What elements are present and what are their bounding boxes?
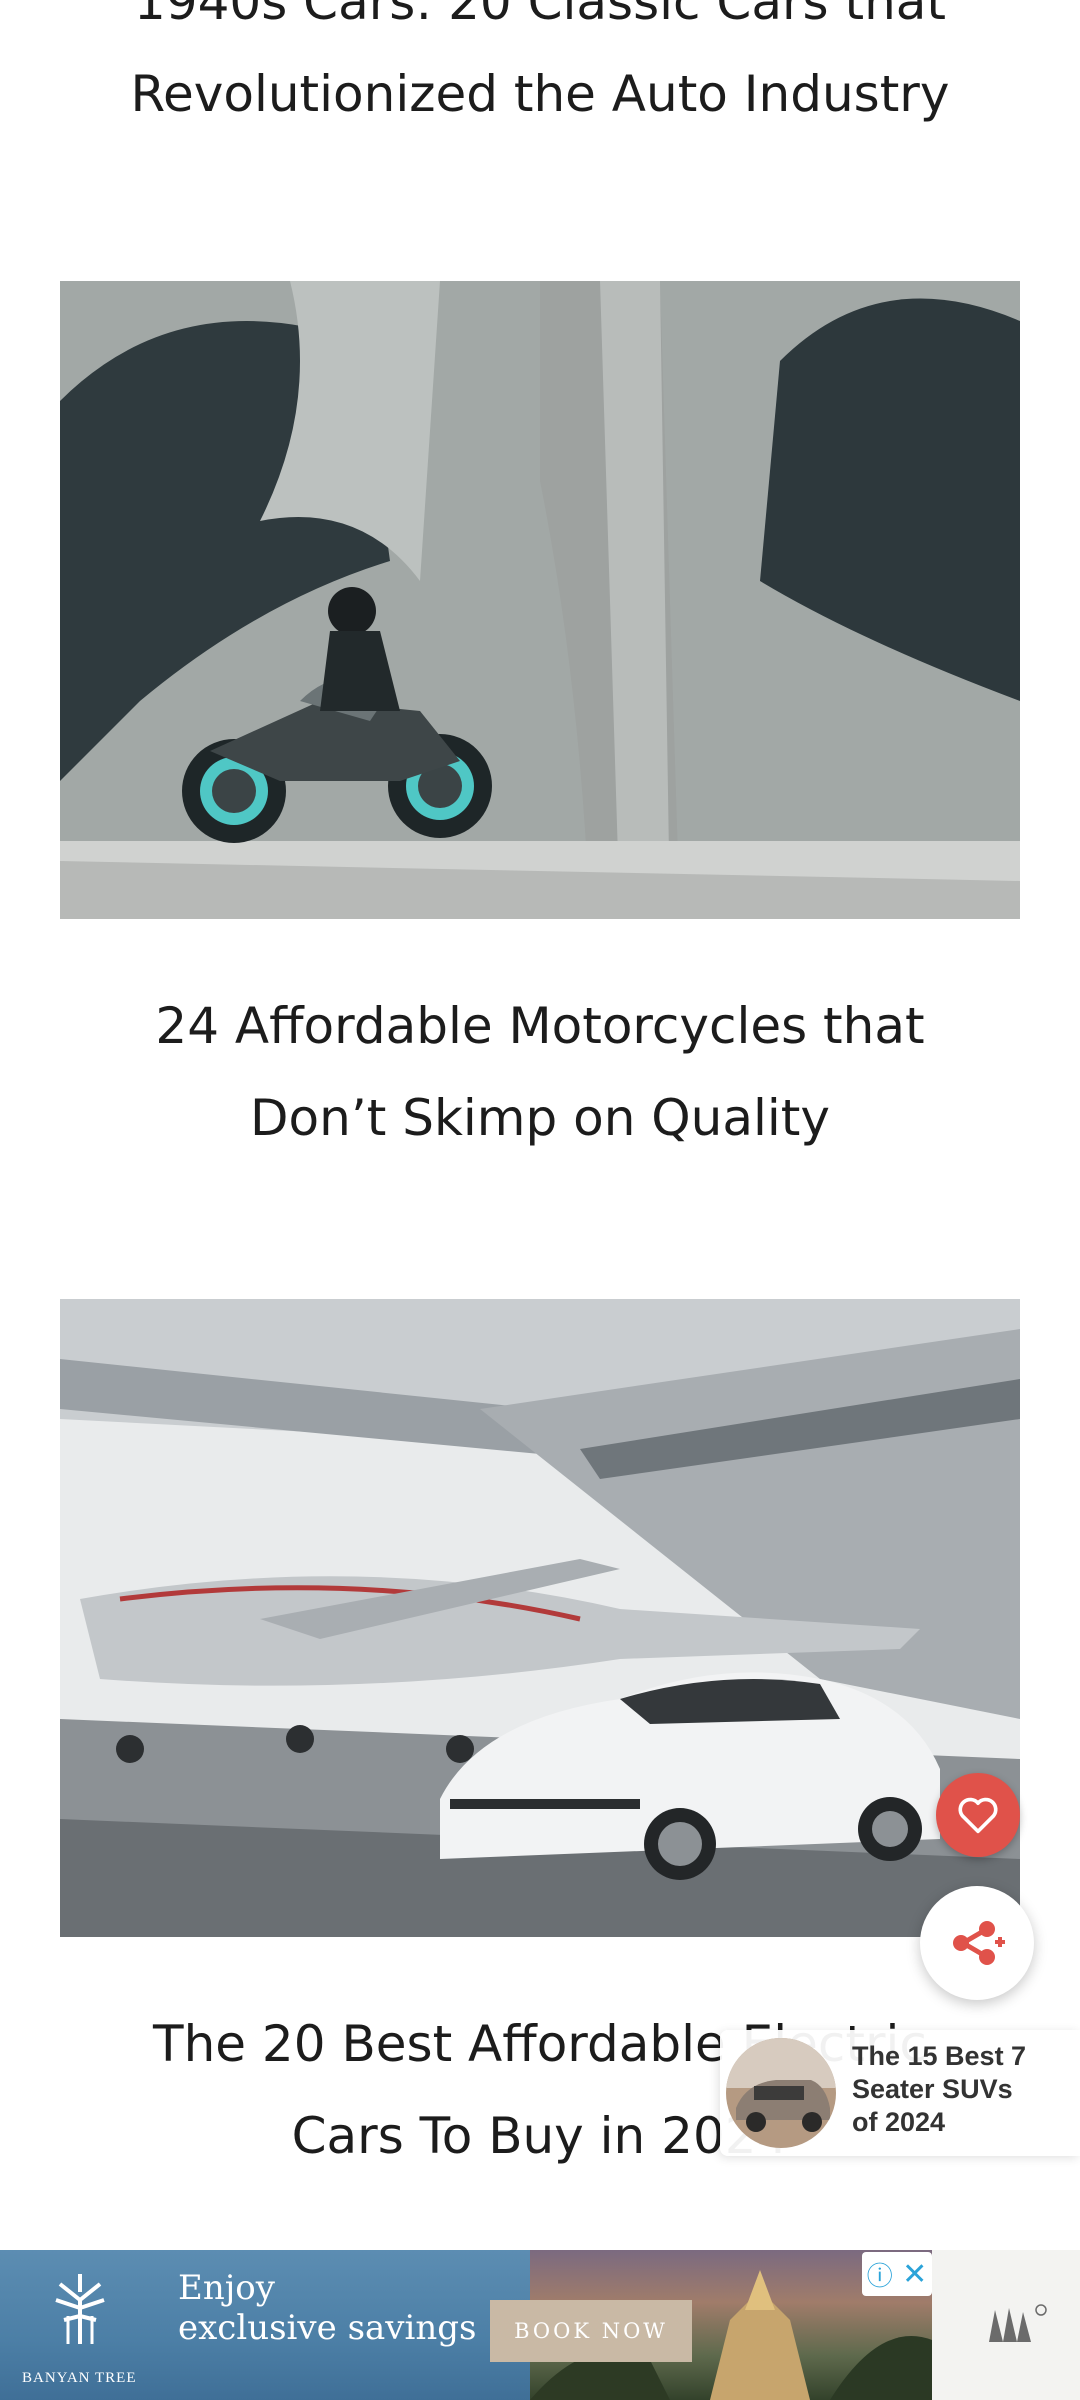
article-image-electric-car[interactable] [60, 1299, 1020, 1937]
ad-close-icon[interactable]: ✕ [902, 2257, 927, 2292]
recommended-article-title[interactable]: The 15 Best 7 Seater SUVs of 2024 [852, 2040, 1072, 2139]
banyan-tree-logo [55, 2274, 105, 2344]
book-now-button[interactable]: BOOK NOW [490, 2300, 692, 2362]
favorite-button[interactable] [936, 1773, 1020, 1857]
recommended-article-card[interactable]: The 15 Best 7 Seater SUVs of 2024 [720, 2030, 1080, 2156]
ad-headline: Enjoy exclusive savings [178, 2268, 477, 2348]
ad-info-icon[interactable]: ⓘ [867, 2256, 893, 2293]
electric-car-photo [60, 1299, 1020, 1937]
article-image-motorcycle[interactable] [60, 281, 1020, 919]
article-title[interactable]: 24 Affordable Motorcycles that Don’t Ski… [60, 980, 1020, 1164]
motorcycle-photo [60, 281, 1020, 919]
share-button[interactable] [920, 1886, 1034, 2000]
recommended-article-thumbnail [726, 2038, 836, 2148]
share-icon [953, 1921, 1005, 1965]
article-title[interactable]: 1940s Cars: 20 Classic Cars that Revolut… [60, 0, 1020, 140]
ad-close-control[interactable]: ⓘ ✕ [862, 2252, 932, 2296]
ad-creative[interactable]: BANYAN TREE Enjoy exclusive savings BOOK… [0, 2250, 932, 2400]
ad-brand: BANYAN TREE [22, 2370, 137, 2386]
heart-icon [958, 1797, 998, 1834]
ad-network-logo-icon[interactable] [985, 2298, 1055, 2348]
